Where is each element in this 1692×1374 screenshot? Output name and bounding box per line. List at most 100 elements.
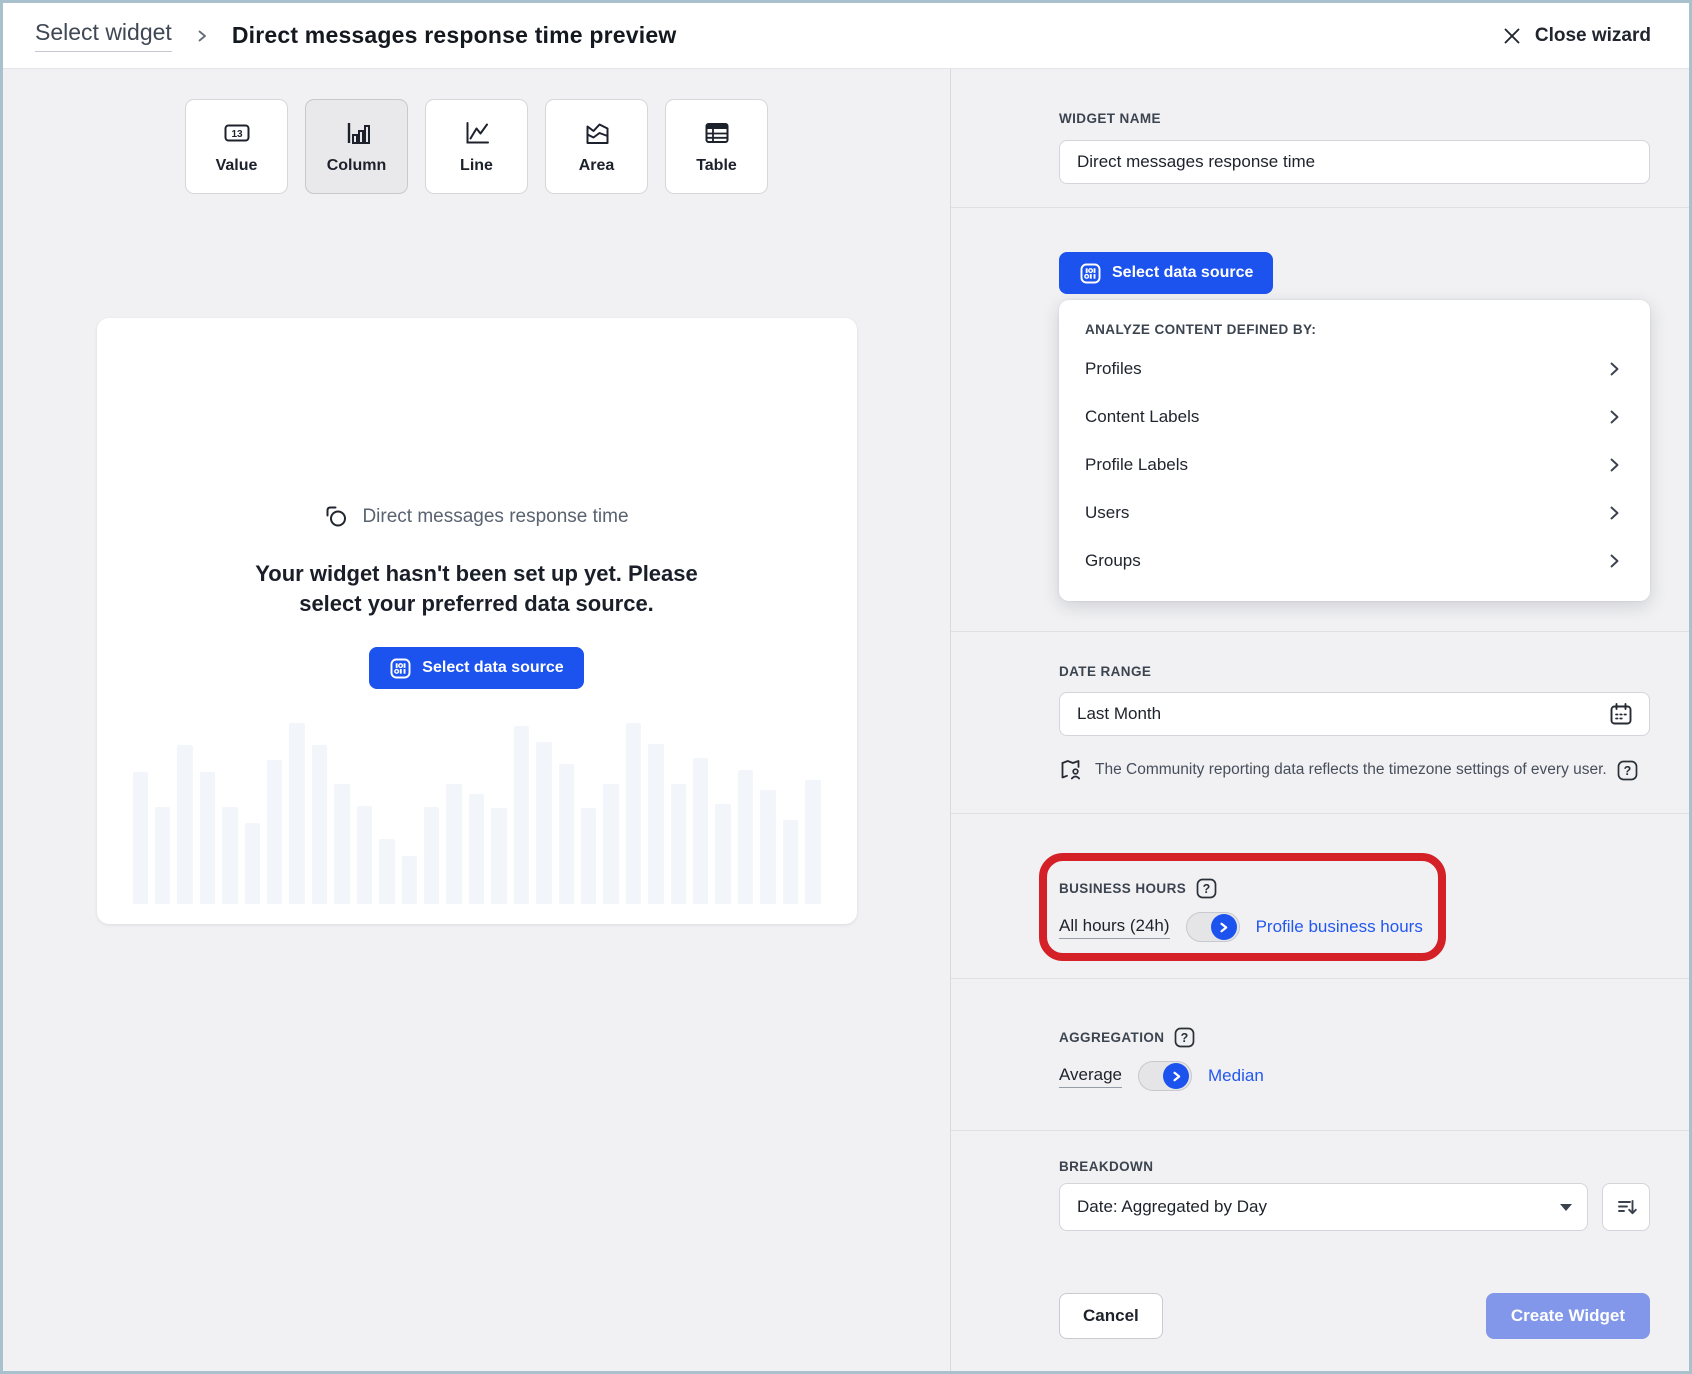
placeholder-bar [245,823,260,904]
chevron-right-icon [1604,407,1624,427]
data-source-option-users[interactable]: Users [1085,489,1624,537]
close-wizard-button[interactable]: Close wizard [1502,25,1651,47]
cancel-button[interactable]: Cancel [1059,1293,1163,1339]
widget-type-label: Value [216,157,258,175]
timezone-note-text: The Community reporting data reflects th… [1095,761,1607,779]
select-data-source-label: Select data source [1112,264,1253,282]
timezone-help-icon[interactable]: ? [1617,760,1638,781]
data-source-option-groups[interactable]: Groups [1085,537,1624,585]
aggregation-help-icon[interactable]: ? [1174,1027,1195,1048]
widget-type-label: Table [696,157,737,175]
data-source-icon [389,657,412,680]
breakdown-section: BREAKDOWN Date: Aggregated by Day [951,1131,1689,1293]
preview-widget-title: Direct messages response time [362,506,628,528]
sort-descending-icon [1614,1195,1638,1219]
placeholder-bar [133,772,148,904]
placeholder-bar [738,770,753,904]
red-highlight-annotation [1039,853,1446,961]
widget-type-label: Line [460,157,493,175]
placeholder-bar [491,808,506,904]
placeholder-bar [379,839,394,904]
widget-icon [324,504,349,529]
placeholder-bar [693,758,708,904]
profile-business-hours-label[interactable]: Profile business hours [1256,917,1423,937]
placeholder-bar [514,726,529,904]
placeholder-bar [805,780,820,904]
preview-area: 13 Value Column Line Area Table [3,69,951,1371]
svg-text:?: ? [1181,1031,1189,1045]
placeholder-bar [357,806,372,904]
widget-type-selector: 13 Value Column Line Area Table [3,99,950,194]
business-hours-toggle[interactable] [1186,912,1240,942]
aggregation-toggle[interactable] [1138,1061,1192,1091]
all-hours-label[interactable]: All hours (24h) [1059,916,1170,939]
widget-type-line[interactable]: Line [425,99,528,194]
data-source-option-profiles[interactable]: Profiles [1085,345,1624,393]
business-hours-label: BUSINESS HOURS [1059,881,1186,896]
chevron-right-icon [1604,455,1624,475]
placeholder-bar [671,784,686,904]
business-hours-section: BUSINESS HOURS ? All hours (24h) Profile… [951,814,1689,979]
aggregation-label: AGGREGATION [1059,1030,1164,1045]
placeholder-bar [446,784,461,904]
business-hours-help-icon[interactable]: ? [1196,878,1217,899]
widget-type-column[interactable]: Column [305,99,408,194]
data-source-option-profile-labels[interactable]: Profile Labels [1085,441,1624,489]
placeholder-bar [648,744,663,904]
placeholder-bar [267,760,282,904]
page-title: Direct messages response time preview [232,22,677,49]
date-range-select[interactable]: Last Month [1059,692,1650,736]
select-data-source-label: Select data source [422,659,563,677]
widget-name-section: WIDGET NAME [951,69,1689,208]
placeholder-bar [603,784,618,904]
caret-down-icon [1560,1204,1572,1211]
create-widget-button[interactable]: Create Widget [1486,1293,1650,1339]
data-source-dropdown-panel: ANALYZE CONTENT DEFINED BY: Profiles Con… [1059,300,1650,601]
chevron-right-icon [1604,359,1624,379]
placeholder-bar [469,794,484,904]
widget-preview-card: Direct messages response time Your widge… [97,318,857,924]
widget-name-label: WIDGET NAME [1059,111,1650,126]
placeholder-bar [312,745,327,904]
placeholder-bar [334,784,349,904]
breakdown-value: Date: Aggregated by Day [1077,1197,1267,1217]
breakdown-label: BREAKDOWN [1059,1159,1650,1174]
placeholder-bar [783,820,798,904]
toggle-knob-chevron-icon [1211,914,1237,940]
placeholder-bar [402,856,417,904]
average-label[interactable]: Average [1059,1065,1122,1088]
widget-name-input[interactable] [1059,140,1650,184]
median-label[interactable]: Median [1208,1066,1264,1086]
breadcrumb-select-widget[interactable]: Select widget [35,19,172,52]
widget-type-area[interactable]: Area [545,99,648,194]
select-data-source-button-preview[interactable]: Select data source [369,647,583,689]
placeholder-bar [424,807,439,904]
data-source-section: Select data source ANALYZE CONTENT DEFIN… [951,208,1689,632]
data-source-option-content-labels[interactable]: Content Labels [1085,393,1624,441]
breadcrumb-chevron-icon [194,28,210,44]
placeholder-bar [760,790,775,904]
placeholder-bar [581,808,596,904]
toggle-knob-chevron-icon [1163,1063,1189,1089]
calendar-icon [1608,701,1634,727]
column-chart-icon [342,118,372,148]
close-icon [1502,26,1522,46]
svg-text:?: ? [1623,764,1631,778]
breakdown-sort-button[interactable] [1602,1183,1650,1231]
placeholder-bar [559,764,574,904]
placeholder-bar [222,807,237,904]
breakdown-select[interactable]: Date: Aggregated by Day [1059,1183,1588,1231]
chevron-right-icon [1604,503,1624,523]
widget-type-label: Column [327,157,387,175]
wizard-actions: Cancel Create Widget [951,1293,1689,1371]
timezone-note: The Community reporting data reflects th… [1059,757,1650,783]
widget-type-table[interactable]: Table [665,99,768,194]
select-data-source-button[interactable]: Select data source [1059,252,1273,294]
widget-type-value[interactable]: 13 Value [185,99,288,194]
wizard-header: Select widget Direct messages response t… [3,3,1689,69]
map-person-icon [1059,757,1085,783]
data-source-panel-heading: ANALYZE CONTENT DEFINED BY: [1085,322,1624,337]
widget-type-label: Area [579,157,615,175]
placeholder-bar-chart [133,719,821,904]
placeholder-bar [715,804,730,904]
